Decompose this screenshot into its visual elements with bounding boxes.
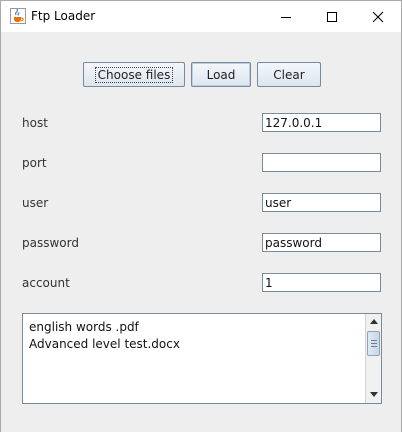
close-button[interactable] bbox=[355, 1, 401, 32]
java-cup-icon bbox=[10, 8, 26, 24]
file-list-item: english words .pdf bbox=[29, 320, 139, 334]
file-list-item: Advanced level test.docx bbox=[29, 337, 180, 351]
window-title: Ftp Loader bbox=[31, 9, 96, 23]
maximize-button[interactable] bbox=[309, 1, 355, 32]
maximize-icon bbox=[327, 11, 337, 22]
vertical-scrollbar[interactable] bbox=[365, 314, 381, 403]
minimize-button[interactable] bbox=[263, 1, 309, 32]
file-list-area[interactable]: english words .pdf Advanced level test.d… bbox=[22, 313, 382, 404]
arrow-down-icon bbox=[369, 392, 378, 397]
choose-files-button[interactable]: Choose files bbox=[83, 62, 185, 87]
ftp-loader-window: Ftp Loader Choose files Load Clear host … bbox=[0, 0, 402, 432]
clear-label: Clear bbox=[273, 67, 305, 82]
port-field[interactable] bbox=[262, 153, 381, 172]
host-label: host bbox=[22, 116, 48, 130]
grip-line bbox=[371, 346, 377, 347]
scroll-up-button[interactable] bbox=[366, 314, 381, 329]
account-label: account bbox=[22, 276, 70, 290]
minimize-icon bbox=[281, 16, 291, 18]
load-label: Load bbox=[206, 67, 236, 82]
close-icon bbox=[372, 11, 384, 22]
grip-line bbox=[371, 340, 377, 341]
arrow-up-icon bbox=[369, 319, 378, 324]
choose-files-label: Choose files bbox=[94, 66, 174, 83]
load-button[interactable]: Load bbox=[191, 62, 251, 87]
scroll-down-button[interactable] bbox=[366, 387, 381, 402]
user-field[interactable]: user bbox=[262, 193, 381, 212]
scroll-thumb[interactable] bbox=[367, 331, 380, 356]
host-field[interactable]: 127.0.0.1 bbox=[262, 113, 381, 132]
port-label: port bbox=[22, 156, 47, 170]
account-field[interactable]: 1 bbox=[262, 273, 381, 292]
title-bar[interactable]: Ftp Loader bbox=[1, 1, 401, 32]
password-label: password bbox=[22, 236, 79, 250]
clear-button[interactable]: Clear bbox=[257, 62, 321, 87]
content-panel: Choose files Load Clear host 127.0.0.1 p… bbox=[1, 32, 401, 432]
user-label: user bbox=[22, 196, 49, 210]
grip-line bbox=[371, 343, 377, 344]
password-field[interactable]: password bbox=[262, 233, 381, 252]
